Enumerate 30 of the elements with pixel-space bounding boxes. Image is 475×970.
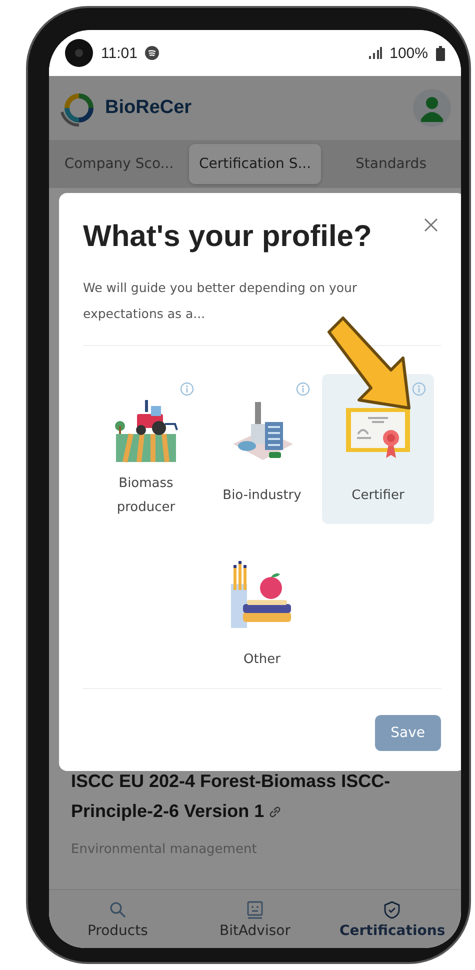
tab[interactable]: Standards bbox=[325, 144, 457, 184]
category-label: Environmental management bbox=[71, 842, 258, 857]
info-icon[interactable] bbox=[296, 382, 310, 396]
notification-icon bbox=[145, 46, 160, 60]
info-icon[interactable] bbox=[180, 382, 194, 396]
close-icon bbox=[423, 217, 439, 233]
avatar-icon[interactable] bbox=[413, 89, 451, 127]
profile-option[interactable]: Certifier bbox=[322, 374, 434, 524]
battery-percent: 100% bbox=[390, 44, 428, 62]
profile-option[interactable]: Biomass producer bbox=[90, 374, 202, 524]
dialog-title: What's your profile? bbox=[83, 219, 373, 255]
link-icon bbox=[268, 805, 282, 819]
camera-hole-icon bbox=[65, 39, 93, 67]
nav-item[interactable]: Certifications bbox=[324, 890, 461, 948]
save-button[interactable]: Save bbox=[374, 715, 441, 751]
tab[interactable]: Company Sco... bbox=[53, 144, 185, 184]
battery-icon bbox=[436, 46, 445, 60]
profile-option[interactable]: Bio-industry bbox=[206, 374, 318, 524]
nav-item[interactable]: Products bbox=[49, 890, 186, 948]
status-time: 11:01 bbox=[101, 44, 138, 62]
profile-option[interactable]: Other bbox=[206, 538, 318, 688]
robot-icon bbox=[244, 900, 265, 920]
brand-name: BioReCer bbox=[105, 97, 193, 119]
dialog-subtitle: We will guide you better depending on your expectations as a... bbox=[83, 279, 358, 323]
info-icon[interactable] bbox=[412, 382, 426, 396]
search-icon bbox=[108, 900, 128, 920]
shield-check-icon bbox=[382, 900, 402, 920]
signal-icon bbox=[368, 46, 382, 60]
tab[interactable]: Certification S... bbox=[189, 144, 321, 184]
nav-item[interactable]: BitAdvisor bbox=[186, 890, 324, 948]
